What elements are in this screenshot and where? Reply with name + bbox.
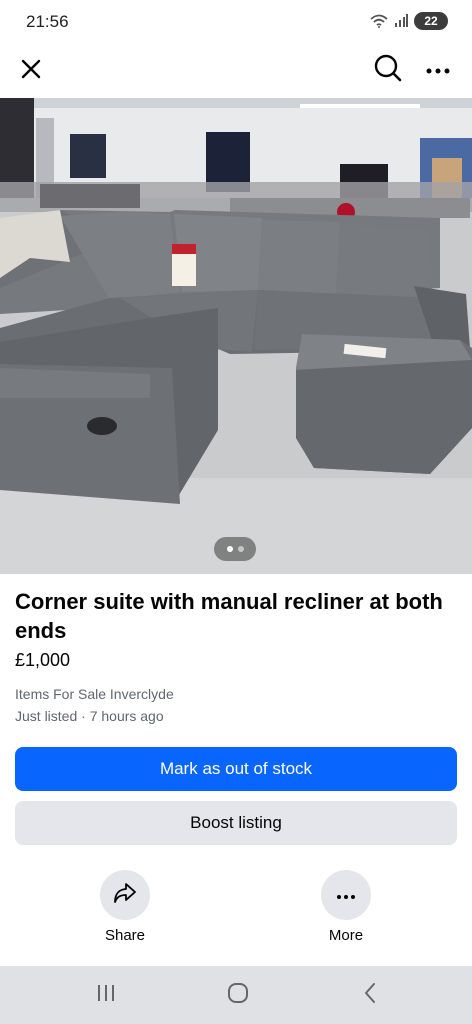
share-circle[interactable] — [100, 870, 150, 920]
boost-listing-button[interactable]: Boost listing — [15, 801, 457, 845]
more-circle[interactable] — [321, 870, 371, 920]
status-time: 21:56 — [26, 12, 69, 31]
carousel-dot-1[interactable] — [226, 546, 233, 552]
home-icon — [227, 982, 249, 1009]
more-button[interactable]: More — [311, 870, 381, 944]
search-icon — [373, 53, 403, 88]
share-icon — [113, 882, 137, 909]
back-icon — [363, 982, 377, 1009]
more-horizontal-icon — [426, 61, 450, 79]
share-button[interactable]: Share — [90, 870, 160, 944]
carousel-dot-2[interactable] — [237, 546, 244, 552]
mark-out-of-stock-button[interactable]: Mark as out of stock — [15, 747, 457, 791]
more-options-button[interactable] — [418, 50, 458, 90]
signal-icon — [394, 14, 408, 28]
more-label: More — [328, 927, 364, 944]
wifi-icon — [370, 14, 388, 28]
boost-listing-label: Boost listing — [190, 813, 282, 832]
back-button[interactable] — [350, 978, 390, 1012]
close-button[interactable] — [12, 52, 50, 90]
listing-photo[interactable] — [0, 98, 472, 574]
listing-location[interactable]: Items For Sale Inverclyde — [15, 686, 174, 702]
more-horizontal-icon — [337, 886, 355, 904]
mark-out-of-stock-label: Mark as out of stock — [159, 759, 313, 778]
listing-time: Just listed · 7 hours ago — [15, 708, 164, 724]
listing-price: £1,000 — [15, 650, 71, 670]
close-icon — [20, 58, 42, 85]
share-label: Share — [104, 927, 146, 944]
recents-icon — [95, 984, 117, 1007]
app-bar — [0, 44, 472, 98]
battery-charging-icon: 22 — [414, 12, 448, 30]
status-icons: 22 — [370, 12, 448, 30]
carousel-indicator[interactable] — [214, 537, 256, 561]
battery-level: 22 — [424, 14, 438, 28]
recents-button[interactable] — [86, 978, 126, 1012]
listing-title: Corner suite with manual recliner at bot… — [15, 589, 443, 643]
sofa-photo-illustration — [0, 98, 472, 574]
search-button[interactable] — [368, 50, 408, 90]
home-button[interactable] — [218, 978, 258, 1012]
status-bar: 21:56 22 — [0, 0, 472, 44]
system-nav-bar — [0, 966, 472, 1024]
